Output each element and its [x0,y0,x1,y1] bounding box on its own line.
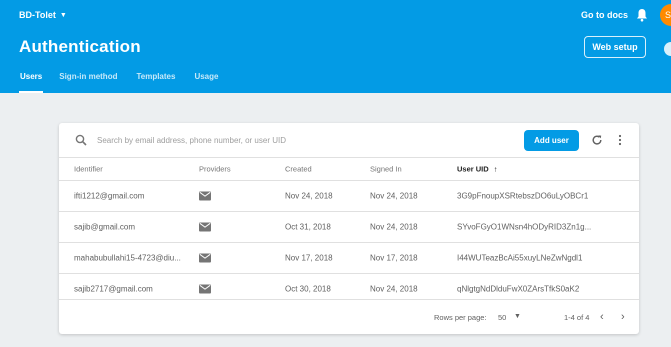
cell-created: Oct 31, 2018 [285,222,331,232]
tab-bar: Users Sign-in method Templates Usage [0,72,218,93]
project-name: BD-Tolet [19,10,56,20]
pagination-bar: Rows per page: 50 ▼ 1-4 of 4 ‹ › [59,299,639,335]
cell-user-uid: qNlgtgNdDlduFwX0ZArsTfkS0aK2 [457,284,580,294]
refresh-icon[interactable] [591,134,603,146]
cell-signed-in: Nov 17, 2018 [370,253,418,263]
table-row[interactable]: sajib@gmail.com Oct 31, 2018 Nov 24, 201… [59,211,639,242]
provider-cell [199,191,259,201]
mail-icon [199,284,211,294]
column-header-providers[interactable]: Providers [199,165,259,174]
search-toolbar: Add user [59,123,639,157]
cell-identifier: mahabubullahi15-4723@diu... [74,253,181,263]
search-icon [75,134,87,146]
user-uid-header-label: User UID [457,164,489,174]
cell-identifier: sajib2717@gmail.com [74,284,153,294]
more-vert-icon[interactable] [617,134,623,146]
caret-down-icon[interactable]: ▼ [514,313,521,320]
add-user-button[interactable]: Add user [524,130,579,151]
previous-page-icon[interactable]: ‹ [600,311,604,323]
cell-signed-in: Nov 24, 2018 [370,284,418,294]
search-input[interactable] [97,132,477,148]
column-header-identifier[interactable]: Identifier [74,165,186,174]
table-row[interactable]: mahabubullahi15-4723@diu... Nov 17, 2018… [59,242,639,273]
next-page-icon[interactable]: › [621,311,625,323]
provider-cell [199,284,259,294]
tab-usage[interactable]: Usage [194,72,218,93]
project-selector[interactable]: BD-Tolet ▼ [19,10,67,20]
column-header-user-uid[interactable]: User UID ↑ [457,165,632,174]
mail-icon [199,222,211,232]
cell-user-uid: SYvoFGyO1WNsn4hODyRID3Zn1g... [457,222,592,232]
users-table: Identifier Providers Created Signed In U… [59,157,639,304]
cell-created: Nov 24, 2018 [285,191,333,201]
caret-down-icon: ▼ [59,11,67,19]
sort-arrow-up-icon: ↑ [493,164,498,174]
table-header-row: Identifier Providers Created Signed In U… [59,157,639,180]
rows-per-page-label: Rows per page: [434,313,487,322]
rows-per-page-select[interactable]: 50 [498,313,506,322]
cell-signed-in: Nov 24, 2018 [370,191,418,201]
users-card: Add user Identifier Providers Created Si… [59,123,639,334]
tab-templates[interactable]: Templates [136,72,175,93]
go-to-docs-link[interactable]: Go to docs [581,10,628,20]
mail-icon [199,191,211,201]
tab-sign-in-method[interactable]: Sign-in method [59,72,117,93]
cell-created: Oct 30, 2018 [285,284,331,294]
help-icon[interactable] [664,42,671,56]
cell-user-uid: I44WUTeazBcAi55xuyLNeZwNgdl1 [457,253,583,263]
cell-identifier: sajib@gmail.com [74,222,136,232]
column-header-created[interactable]: Created [285,165,355,174]
cell-created: Nov 17, 2018 [285,253,333,263]
page-title: Authentication [19,37,141,56]
mail-icon [199,253,211,263]
cell-signed-in: Nov 24, 2018 [370,222,418,232]
notifications-bell-icon[interactable] [636,8,648,22]
column-header-signed-in[interactable]: Signed In [370,165,440,174]
app-header: BD-Tolet ▼ Go to docs S Authentication W… [0,0,671,93]
cell-identifier: ifti1212@gmail.com [74,191,145,201]
pagination-range: 1-4 of 4 [564,313,590,322]
cell-user-uid: 3G9pFnoupXSRtebszDO6uLyOBCr1 [457,191,589,201]
web-setup-button[interactable]: Web setup [584,36,646,58]
table-row[interactable]: ifti1212@gmail.com Nov 24, 2018 Nov 24, … [59,180,639,211]
provider-cell [199,222,259,232]
provider-cell [199,253,259,263]
tab-users[interactable]: Users [18,72,44,93]
avatar[interactable]: S [660,4,671,26]
